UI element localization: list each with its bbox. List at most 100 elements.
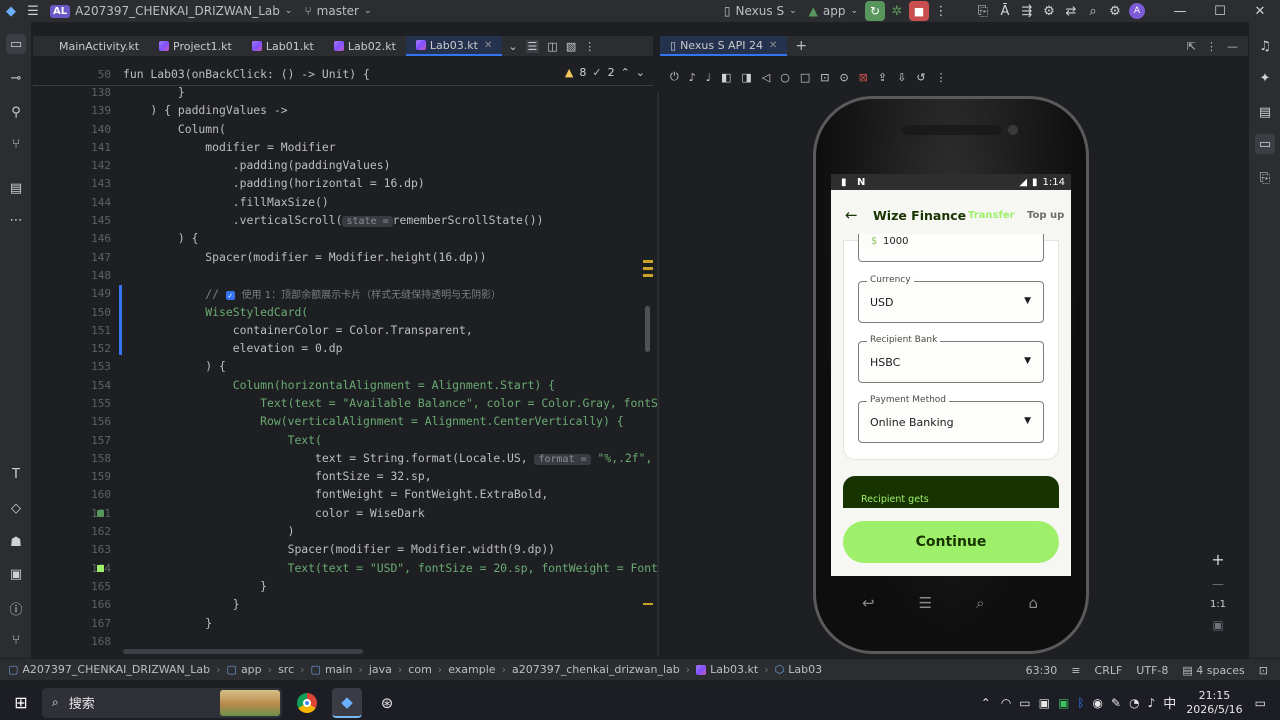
emulator-more-icon[interactable]: ⋮ [936, 71, 947, 84]
more-tools-icon[interactable]: ⋯ [6, 210, 26, 230]
breadcrumb-item[interactable]: com [408, 663, 432, 676]
home-nav-icon[interactable]: ○ [780, 71, 790, 84]
debug-button[interactable]: ✲ [886, 0, 908, 22]
inspection-widget[interactable]: ▲ 8 ✓ 2 ⌃ ⌄ [565, 66, 645, 79]
app-inspection-icon[interactable]: ⚙ [1038, 0, 1060, 22]
breadcrumb-item[interactable]: ▢ A207397_CHENKAI_DRIZWAN_Lab [8, 663, 210, 676]
tray-app-icon[interactable]: ▣ [1039, 696, 1050, 710]
tab-list-chevron-icon[interactable]: ⌄ [508, 40, 517, 53]
rotate-right-icon[interactable]: ◨ [741, 71, 751, 84]
tray-chevron-icon[interactable]: ⌃ [981, 696, 991, 710]
error-stripe-marker[interactable] [643, 267, 653, 270]
volume-up-icon[interactable]: ♪ [689, 71, 696, 84]
hw-menu-icon[interactable]: ☰ [919, 594, 932, 612]
error-stripe-marker[interactable] [643, 260, 653, 263]
code-editor[interactable]: ▲ 8 ✓ 2 ⌃ ⌄ 50 138 139 140 141 142 143 1… [33, 60, 672, 656]
terminal-icon[interactable]: ▣ [6, 564, 26, 584]
editor-scrollbar[interactable] [645, 306, 650, 352]
code-view-icon[interactable]: ☰ [525, 39, 540, 53]
tab-transfer[interactable]: Transfer [968, 210, 1015, 221]
translate-icon[interactable]: Ā [994, 0, 1016, 22]
readonly-lock-icon[interactable]: ⊡ [1259, 664, 1268, 677]
taskbar-search-box[interactable]: ⌕ 搜索 [42, 687, 282, 718]
payment-method-dropdown[interactable]: Payment Method Online Banking ▼ [858, 395, 1044, 443]
tab-project1[interactable]: Project1.kt [149, 36, 242, 56]
device-manager-icon[interactable]: ⎘ [972, 0, 994, 22]
notifications-icon[interactable]: ♫ [1255, 36, 1275, 56]
more-actions-icon[interactable]: ⋮ [930, 0, 952, 22]
zoom-actual-size[interactable]: 1:1 [1210, 599, 1226, 610]
breadcrumb-item[interactable]: ▢ main [311, 663, 353, 676]
close-tab-icon[interactable]: ✕ [484, 40, 492, 51]
error-stripe-marker[interactable] [643, 274, 653, 277]
add-device-icon[interactable]: + [795, 38, 807, 54]
snapshot-icon[interactable]: ↺ [916, 71, 925, 84]
emulator-taskbar-icon[interactable]: ⊛ [372, 688, 402, 718]
back-arrow-icon[interactable]: ← [845, 206, 858, 224]
device-file-explorer-icon[interactable]: ▤ [1255, 102, 1275, 122]
account-avatar[interactable]: A [1126, 0, 1148, 22]
split-view-icon[interactable]: ◫ [547, 40, 557, 53]
version-control-icon[interactable]: ⑂ [6, 630, 26, 650]
structure-icon[interactable]: ⚲ [6, 102, 26, 122]
breadcrumb-item[interactable]: ⬡ Lab03 [775, 663, 822, 676]
running-devices-icon[interactable]: ▭ [1255, 134, 1275, 154]
error-stripe-marker[interactable] [643, 603, 653, 605]
tab-lab03[interactable]: Lab03.kt ✕ [405, 36, 503, 56]
tray-green-app-icon[interactable]: ▣ [1058, 696, 1069, 710]
resource-manager-icon[interactable]: ▤ [6, 178, 26, 198]
zoom-fit-icon[interactable]: ▣ [1212, 618, 1223, 632]
design-view-icon[interactable]: ▧ [566, 40, 576, 53]
tab-nexus-s-emulator[interactable]: ▯ Nexus S API 24 ✕ [660, 36, 788, 56]
line-separator[interactable]: CRLF [1095, 664, 1123, 677]
android-studio-taskbar-icon[interactable]: ◆ [332, 687, 362, 718]
breadcrumb-item[interactable]: src [278, 663, 294, 676]
tray-bluetooth-icon[interactable]: ᛒ [1077, 696, 1084, 710]
recipient-bank-dropdown[interactable]: Recipient Bank HSBC ▼ [858, 335, 1044, 383]
chevron-up-icon[interactable]: ⌃ [621, 66, 630, 79]
breadcrumb-item[interactable]: java [369, 663, 392, 676]
close-window-icon[interactable]: ✕ [1240, 0, 1280, 22]
android-studio-logo-icon[interactable]: ◆ [0, 0, 22, 22]
gemini-icon[interactable]: ✦ [1255, 68, 1275, 88]
editor-more-icon[interactable]: ⋮ [584, 40, 595, 53]
hw-home-icon[interactable]: ⌂ [1028, 594, 1038, 612]
color-preview-icon[interactable] [97, 565, 104, 572]
open-external-icon[interactable]: ⇱ [1187, 40, 1196, 53]
sync-icon[interactable]: ⇶ [1016, 0, 1038, 22]
settings-gear-icon[interactable]: ⚙ [1104, 0, 1126, 22]
zoom-out-icon[interactable]: — [1212, 577, 1224, 591]
breakpoint-gutter-icon[interactable] [97, 510, 104, 517]
notification-center-icon[interactable]: ▭ [1255, 696, 1266, 710]
rotate-left-icon[interactable]: ◧ [721, 71, 731, 84]
search-icon[interactable]: ⌕ [1082, 0, 1104, 22]
screenshot-icon[interactable]: ⊡ [820, 71, 829, 84]
windows-start-icon[interactable]: ⊞ [6, 688, 36, 718]
stop-button[interactable]: ■ [908, 0, 930, 22]
upload-icon[interactable]: ⇪ [878, 71, 887, 84]
power-icon[interactable]: ⏻ [670, 70, 679, 84]
tab-top-up[interactable]: Top up [1027, 210, 1064, 221]
tab-lab01[interactable]: Lab01.kt [242, 36, 324, 56]
commit-icon[interactable]: ⊸ [6, 68, 26, 88]
tray-network-icon[interactable]: ◠ [1001, 696, 1011, 710]
tray-security-icon[interactable]: ◉ [1093, 696, 1103, 710]
tab-mainactivity[interactable]: MainActivity.kt [33, 36, 149, 56]
panel-minimize-icon[interactable]: — [1227, 40, 1238, 53]
tray-wifi-icon[interactable]: ◔ [1129, 696, 1139, 710]
main-menu-icon[interactable]: ☰ [22, 0, 44, 22]
maximize-window-icon[interactable]: ☐ [1200, 0, 1240, 22]
overview-nav-icon[interactable]: □ [800, 71, 810, 84]
amount-input[interactable]: $ 1000 [858, 234, 1044, 262]
project-selector[interactable]: AL A207397_CHENKAI_DRIZWAN_Lab ⌄ [44, 0, 298, 22]
rerun-button[interactable]: ↻ [864, 0, 886, 22]
breadcrumb-item[interactable]: ▢ app [227, 663, 262, 676]
tray-battery-icon[interactable]: ▭ [1019, 696, 1030, 710]
chrome-icon[interactable] [292, 688, 322, 718]
hw-back-icon[interactable]: ↩ [862, 594, 875, 612]
device-manager-side-icon[interactable]: ⎘ [1255, 168, 1275, 188]
breadcrumb-item[interactable]: example [448, 663, 495, 676]
caret-position[interactable]: 63:30 [1026, 664, 1058, 677]
screen-record-icon[interactable]: ⊙ [839, 71, 848, 84]
currency-dropdown[interactable]: Currency USD ▼ [858, 275, 1044, 323]
